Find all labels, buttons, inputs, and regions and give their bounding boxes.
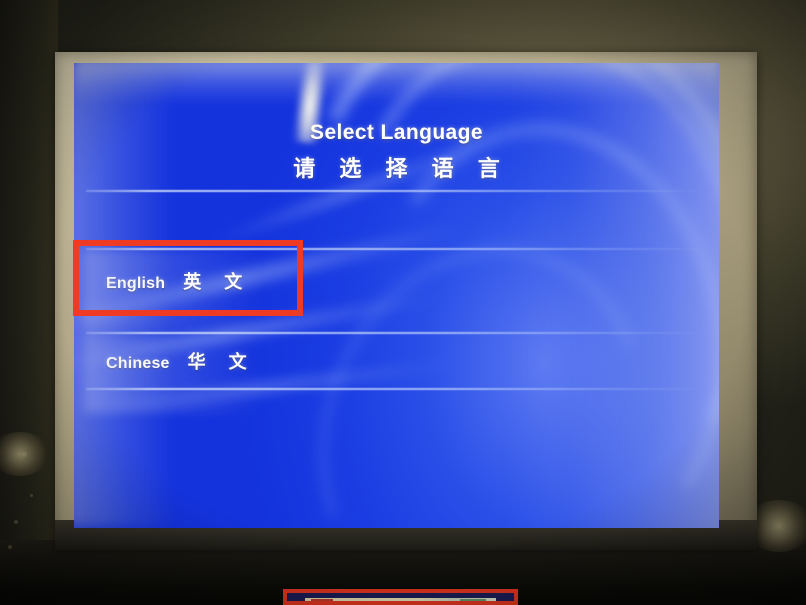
kiosk-photo: Select Language 请 选 择 语 言 English 英 文 Ch…: [0, 0, 806, 605]
surface-speck: [22, 452, 27, 457]
menu-item-chinese-label-chinese: 华 文: [187, 352, 256, 372]
surface-speck: [14, 520, 18, 524]
menu-item-english[interactable]: English 英 文: [106, 268, 251, 294]
menu-item-english-label: English: [106, 275, 166, 292]
surface-speck: [30, 494, 33, 497]
lcd-screen: Select Language 请 选 择 语 言 English 英 文 Ch…: [74, 63, 719, 528]
bottom-red-framed-label: [283, 589, 518, 605]
bottom-label-red-mark: [311, 599, 333, 601]
page-title-chinese: 请 选 择 语 言: [293, 156, 509, 181]
bottom-label-paper: [305, 598, 496, 601]
menu-divider-bottom: [86, 388, 706, 390]
menu-item-english-label-chinese: 英 文: [183, 272, 252, 292]
page-title: Select Language 请 选 择 语 言: [74, 121, 719, 183]
menu-item-chinese-label: Chinese: [106, 355, 170, 372]
menu-item-chinese[interactable]: Chinese 华 文: [106, 348, 256, 374]
menu-divider-middle: [86, 332, 706, 334]
screen-content: Select Language 请 选 择 语 言 English 英 文 Ch…: [74, 63, 719, 528]
menu-divider-top: [86, 248, 706, 250]
kiosk-left-panel: [0, 0, 58, 605]
bottom-label-green-mark: [460, 599, 486, 601]
title-divider: [86, 190, 706, 192]
page-title-english: Select Language: [310, 121, 483, 144]
surface-speck: [8, 545, 12, 549]
